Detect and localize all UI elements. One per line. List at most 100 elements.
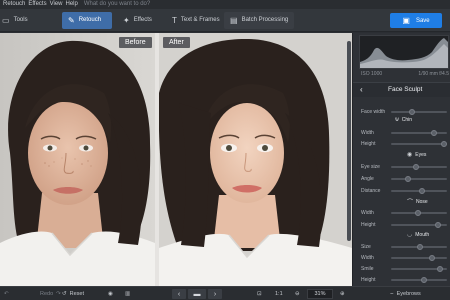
menu-view[interactable]: View <box>50 0 63 9</box>
nose-width-slider[interactable] <box>391 209 447 216</box>
canvas-vertical-scrollbar[interactable] <box>347 41 351 241</box>
mouth-width-slider[interactable] <box>391 254 447 261</box>
zoom-actual-size-button[interactable]: 1:1 <box>275 287 283 300</box>
slider-thumb[interactable] <box>429 254 435 261</box>
eye-size-label: Eye size <box>361 164 380 170</box>
slider-thumb[interactable] <box>405 175 411 182</box>
mouth-width-label: Width <box>361 255 374 261</box>
nose-height-label: Height <box>361 222 376 228</box>
undo-button[interactable]: ↶ <box>4 287 9 300</box>
zoom-in-button[interactable]: ⊕ <box>340 287 345 300</box>
chin-width-slider[interactable] <box>391 129 447 136</box>
nose-group-label: ⌒ Nose <box>407 197 428 207</box>
tab-tools[interactable]: ▭ Tools <box>0 12 34 29</box>
nose-width-label: Width <box>361 210 374 216</box>
photo-editor-window: Retouch Effects View Help What do you wa… <box>0 0 450 300</box>
fit-to-screen-button[interactable]: ⊡ <box>257 287 262 300</box>
open-folder-button[interactable]: ▬ <box>188 289 206 299</box>
previous-image-button[interactable]: ‹ <box>172 289 186 299</box>
chin-icon: ѡ <box>395 117 399 123</box>
eye-angle-label: Angle <box>361 176 374 182</box>
shutter-value: 1/90 mm f/4.5 <box>418 71 449 77</box>
slider-thumb[interactable] <box>417 243 423 250</box>
split-view-icon: ▥ <box>125 291 131 297</box>
mouth-height-slider[interactable] <box>391 276 447 283</box>
mouth-smile-slider[interactable] <box>391 265 447 272</box>
nose-title: Nose <box>416 198 428 205</box>
help-search-input[interactable]: What do you want to do? <box>84 0 150 9</box>
mouth-height-label: Height <box>361 277 376 283</box>
tab-text-frames-label: Text & Frames <box>180 17 220 23</box>
panel-title: Face Sculpt <box>388 86 423 93</box>
nose-height-slider[interactable] <box>391 221 447 228</box>
face-width-label: Face width <box>361 109 386 115</box>
tab-tools-label: Tools <box>13 17 28 23</box>
zoom-out-button[interactable]: ⊖ <box>295 287 300 300</box>
zoom-out-icon: ⊖ <box>295 291 300 297</box>
menu-retouch[interactable]: Retouch <box>3 0 25 9</box>
slider-thumb[interactable] <box>419 187 425 194</box>
nose-icon: ⌒ <box>407 200 414 206</box>
main-toolbar: ▭ Tools ✎ Retouch ✦ Effects T Text & Fra… <box>0 9 450 32</box>
eye-icon: ◉ <box>108 291 113 297</box>
eyebrows-section[interactable]: ⌢ Eyebrows <box>390 287 421 300</box>
slider-thumb[interactable] <box>409 108 415 115</box>
slider-thumb[interactable] <box>415 209 421 216</box>
face-width-slider[interactable] <box>391 108 447 115</box>
slider-thumb[interactable] <box>441 140 447 147</box>
save-button[interactable]: ▣ Save <box>390 13 442 28</box>
tab-batch-label: Batch Processing <box>241 17 289 23</box>
mouth-size-label: Size <box>361 244 371 250</box>
zoom-percent-value: 31% <box>314 291 326 297</box>
reset-button[interactable]: ↺ Reset <box>62 287 84 300</box>
eyebrows-title: Eyebrows <box>396 291 421 297</box>
chin-group-label: ѡ Chin <box>395 117 412 123</box>
zoom-percent-field[interactable]: 31% <box>307 289 333 299</box>
slider-thumb[interactable] <box>413 163 419 170</box>
tab-retouch-label: Retouch <box>78 17 102 23</box>
redo-button[interactable]: Redo ↷ <box>40 287 61 300</box>
reset-icon: ↺ <box>62 291 67 297</box>
compare-eye-button[interactable]: ◉ <box>108 287 113 300</box>
chin-title: Chin <box>401 117 413 123</box>
eye-icon: ◉ <box>407 152 413 158</box>
tab-text-frames[interactable]: T Text & Frames <box>166 12 226 29</box>
face-sculpt-header: ‹ Face Sculpt <box>353 83 450 97</box>
reset-label: Reset <box>69 291 84 297</box>
tab-effects-label: Effects <box>133 17 152 23</box>
split-view-button[interactable]: ▥ <box>125 287 130 300</box>
next-image-button[interactable]: › <box>208 289 222 299</box>
after-portrait-image <box>159 33 352 286</box>
tab-effects[interactable]: ✦ Effects <box>117 12 158 29</box>
image-canvas[interactable]: Before After <box>0 33 352 286</box>
slider-thumb[interactable] <box>421 276 427 283</box>
text-icon: T <box>172 15 177 25</box>
before-photo <box>0 33 155 286</box>
slider-thumb[interactable] <box>437 265 443 272</box>
tab-retouch[interactable]: ✎ Retouch <box>62 12 112 29</box>
menubar: Retouch Effects View Help What do you wa… <box>0 0 450 9</box>
histogram-graph <box>360 38 448 68</box>
slider-thumb[interactable] <box>431 129 437 136</box>
tab-batch-processing[interactable]: ▤ Batch Processing <box>224 12 295 29</box>
chin-height-slider[interactable] <box>391 140 447 147</box>
mouth-icon: ◡ <box>407 232 413 238</box>
back-arrow-icon[interactable]: ‹ <box>360 83 363 97</box>
fit-screen-icon: ⊡ <box>257 291 262 297</box>
eye-distance-label: Distance <box>361 188 381 194</box>
mouth-smile-label: Smile <box>361 266 374 272</box>
slider-thumb[interactable] <box>435 221 441 228</box>
folder-icon: ▬ <box>193 290 201 298</box>
eye-size-slider[interactable] <box>391 163 447 170</box>
undo-icon: ↶ <box>4 291 9 297</box>
menu-effects[interactable]: Effects <box>28 0 46 9</box>
eyes-group-label: ◉ Eyes <box>407 151 426 159</box>
menu-help[interactable]: Help <box>66 0 78 9</box>
iso-value: ISO 1000 <box>361 71 383 77</box>
eye-angle-slider[interactable] <box>391 175 447 182</box>
histogram <box>359 35 449 69</box>
mouth-size-slider[interactable] <box>391 243 447 250</box>
eye-distance-slider[interactable] <box>391 187 447 194</box>
zoom-in-icon: ⊕ <box>340 291 345 297</box>
chin-height-label: Height <box>361 141 376 147</box>
